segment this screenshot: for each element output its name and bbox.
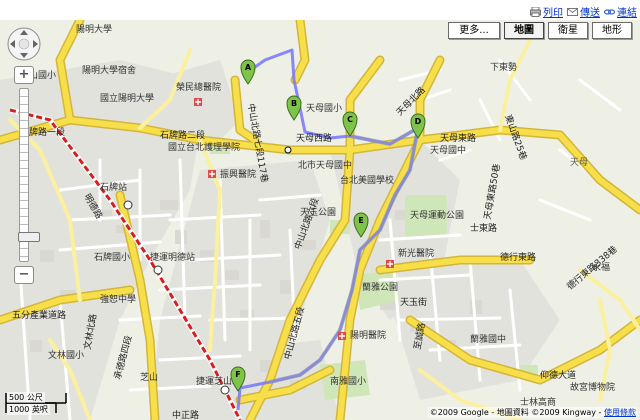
place-label: 文林國小 bbox=[48, 349, 84, 361]
zoom-control: + − bbox=[14, 66, 40, 286]
marker-e-label: E bbox=[358, 216, 363, 225]
print-label: 列印 bbox=[543, 8, 563, 19]
road-label: 中正路 bbox=[172, 409, 199, 420]
marker-b-label: B bbox=[291, 99, 297, 108]
place-label: 芝山 bbox=[140, 371, 158, 383]
place-label: 國立台北護理學院 bbox=[168, 141, 240, 153]
place-label: 國立陽明大學 bbox=[100, 92, 154, 104]
pan-down-button[interactable] bbox=[18, 49, 30, 61]
place-label: 台北美國學校 bbox=[340, 174, 394, 186]
place-label: 新光醫院 bbox=[398, 247, 434, 259]
place-label: 故宮博物院 bbox=[570, 381, 615, 393]
place-label: 永福 bbox=[592, 261, 610, 273]
road-label: 士東路 bbox=[470, 222, 497, 234]
metro-station-icon bbox=[220, 385, 230, 395]
road-label: 德行東路 bbox=[500, 251, 536, 263]
road-label: 天母西路 bbox=[296, 132, 332, 144]
place-label: 石牌站 bbox=[100, 181, 127, 193]
road-label: 仰德大道 bbox=[540, 369, 576, 381]
place-label: 陽明醫院 bbox=[350, 329, 386, 341]
chevron-left-icon bbox=[10, 40, 15, 48]
marker-f-label: F bbox=[235, 370, 240, 379]
place-label: 石牌國小 bbox=[94, 251, 130, 263]
zoom-slider-thumb[interactable] bbox=[18, 232, 40, 242]
copyright-text: ©2009 Google - 地圖資料 ©2009 Kingway - bbox=[429, 408, 602, 417]
map-type-map-button[interactable]: 地圖 bbox=[504, 22, 544, 39]
hospital-icon bbox=[208, 170, 216, 178]
zoom-slider-track[interactable] bbox=[18, 88, 40, 262]
link-link[interactable]: 連結 bbox=[604, 4, 637, 19]
pan-right-button[interactable] bbox=[29, 38, 41, 50]
place-label: 天母運動公園 bbox=[410, 210, 464, 221]
place-label: 蘭雅國中 bbox=[470, 333, 506, 345]
scale-bar: 500 公尺 1000 英呎 bbox=[4, 390, 84, 416]
place-label: 天母國小 bbox=[306, 103, 342, 114]
metro-station-icon bbox=[123, 200, 133, 210]
send-link[interactable]: 傳送 bbox=[567, 4, 600, 19]
copyright-notice: ©2009 Google - 地圖資料 ©2009 Kingway - 使用條款 bbox=[427, 407, 638, 418]
place-label: 陽明大學 bbox=[76, 23, 112, 35]
road-label: 五分產業道路 bbox=[12, 309, 66, 321]
marker-c-label: C bbox=[347, 115, 353, 124]
road-label: 天母東路 bbox=[440, 132, 476, 144]
place-label: 蘭雅公園 bbox=[362, 281, 398, 293]
place-label: 下東勢 bbox=[490, 61, 517, 73]
map-type-terrain-button[interactable]: 地形 bbox=[592, 22, 632, 39]
zoom-in-button[interactable]: + bbox=[14, 66, 34, 84]
chevron-down-icon bbox=[20, 53, 28, 58]
marker-d-label: D bbox=[415, 117, 422, 126]
place-label: 捷運明德站 bbox=[150, 251, 195, 263]
pan-left-button[interactable] bbox=[7, 38, 19, 50]
printer-icon bbox=[530, 6, 541, 17]
send-label: 傳送 bbox=[580, 8, 600, 19]
map-type-satellite-button[interactable]: 衛星 bbox=[548, 22, 588, 39]
zoom-out-button[interactable]: − bbox=[14, 266, 34, 284]
road-label: 天玉街 bbox=[400, 296, 427, 308]
hospital-icon bbox=[194, 98, 202, 106]
map-base-layer: 天母西路 天母東路 士東路 中山北路六段 中山北路七段117巷 天母北路 德行東… bbox=[0, 20, 640, 420]
place-label: 南雅國小 bbox=[330, 375, 366, 387]
more-map-types-button[interactable]: 更多... bbox=[448, 22, 500, 39]
road-label: 石牌路二段 bbox=[160, 129, 205, 141]
hospital-icon bbox=[386, 260, 394, 268]
scale-metric-label: 500 公尺 bbox=[7, 392, 45, 403]
top-links-bar: 列印 傳送 連結 bbox=[0, 0, 640, 20]
chevron-right-icon bbox=[33, 40, 38, 48]
chain-link-icon bbox=[604, 8, 615, 15]
link-label: 連結 bbox=[617, 8, 637, 19]
pan-control bbox=[6, 26, 42, 62]
place-label: 天母國中 bbox=[430, 144, 466, 156]
print-link[interactable]: 列印 bbox=[530, 4, 563, 19]
map-canvas[interactable]: 天母西路 天母東路 士東路 中山北路六段 中山北路七段117巷 天母北路 德行東… bbox=[0, 20, 640, 420]
place-label: 北市天母國中 bbox=[298, 159, 352, 171]
place-label: 強恕中學 bbox=[100, 293, 136, 305]
place-label: 天母 bbox=[570, 157, 588, 168]
marker-a-label: A bbox=[245, 63, 252, 72]
place-label: 天玉公園 bbox=[300, 207, 336, 218]
envelope-icon bbox=[567, 7, 578, 16]
scale-imperial-label: 1000 英呎 bbox=[7, 404, 50, 415]
metro-station-icon bbox=[153, 265, 163, 275]
place-label: 榮民總醫院 bbox=[176, 81, 221, 93]
place-label: 陽明大學宿舍 bbox=[82, 64, 136, 76]
terms-of-use-link[interactable]: 使用條款 bbox=[604, 408, 636, 417]
hospital-icon bbox=[338, 332, 346, 340]
place-label: 振興醫院 bbox=[220, 168, 256, 180]
